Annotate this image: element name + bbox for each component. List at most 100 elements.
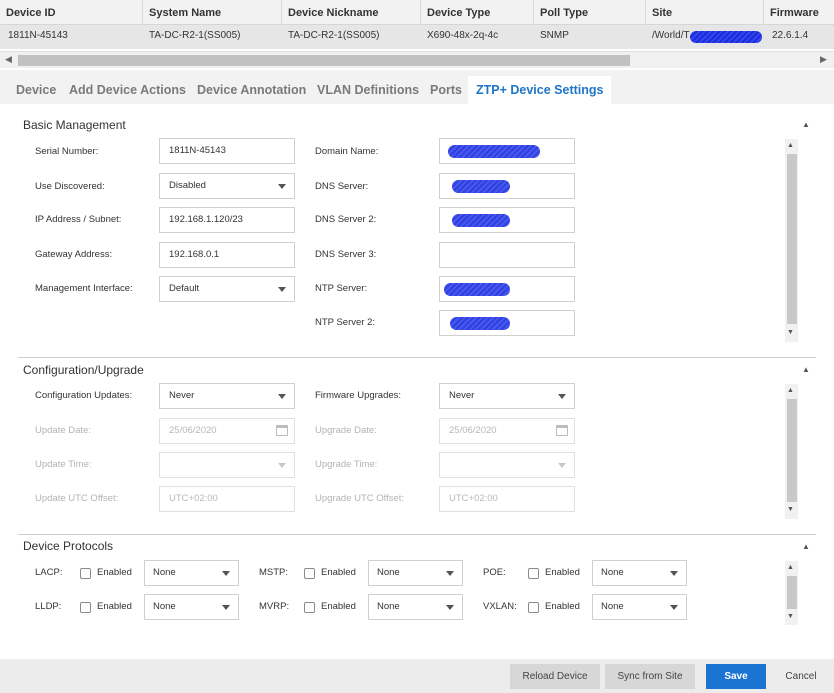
redacted-scribble	[452, 180, 510, 193]
protocols-vertical-scrollbar[interactable]: ▲ ▼	[785, 561, 798, 625]
basic-vertical-scrollbar[interactable]: ▲ ▼	[785, 139, 798, 342]
mstp-value: None	[377, 567, 400, 578]
cell-device-nickname: TA-DC-R2-1(SS005)	[288, 30, 380, 41]
collapse-icon[interactable]: ▲	[802, 542, 810, 551]
tab-ports[interactable]: Ports	[430, 76, 462, 104]
tab-vlan-definitions[interactable]: VLAN Definitions	[317, 76, 419, 104]
chevron-down-icon	[278, 394, 286, 399]
scrollbar-thumb[interactable]	[787, 576, 797, 609]
scroll-down-icon[interactable]: ▼	[787, 329, 794, 336]
dns-server-2-label: DNS Server 2:	[315, 214, 377, 225]
cell-system-name: TA-DC-R2-1(SS005)	[149, 30, 241, 41]
use-discovered-select[interactable]: Disabled	[159, 173, 295, 199]
cancel-button[interactable]: Cancel	[771, 664, 831, 689]
scrollbar-thumb[interactable]	[787, 399, 797, 502]
dns-server-3-field[interactable]	[439, 242, 575, 268]
dns-server-3-label: DNS Server 3:	[315, 249, 377, 260]
lacp-value: None	[153, 567, 176, 578]
upgrade-time-label: Upgrade Time:	[315, 459, 378, 470]
poe-value: None	[601, 567, 624, 578]
lacp-select[interactable]: None	[144, 560, 239, 586]
ip-address-field[interactable]: 192.168.1.120/23	[159, 207, 295, 233]
update-date-label: Update Date:	[35, 425, 91, 436]
use-discovered-label: Use Discovered:	[35, 181, 105, 192]
horizontal-scrollbar[interactable]: ◀ ▶	[0, 51, 834, 68]
tab-device-annotation[interactable]: Device Annotation	[197, 76, 306, 104]
lldp-label: LLDP:	[35, 601, 62, 612]
tab-ztp-device-settings[interactable]: ZTP+ Device Settings	[468, 76, 612, 104]
poe-label: POE:	[483, 567, 506, 578]
scroll-up-icon[interactable]: ▲	[787, 564, 794, 571]
mstp-enabled-label: Enabled	[321, 567, 356, 578]
update-time-select	[159, 452, 295, 478]
update-date-value: 25/06/2020	[169, 425, 217, 436]
lldp-value: None	[153, 601, 176, 612]
reload-device-button[interactable]: Reload Device	[510, 664, 600, 689]
poe-select[interactable]: None	[592, 560, 687, 586]
lldp-enabled-checkbox[interactable]	[80, 602, 91, 613]
column-header-device-nickname[interactable]: Device Nickname	[282, 0, 421, 25]
column-header-system-name[interactable]: System Name	[143, 0, 282, 25]
serial-number-field[interactable]: 1811N-45143	[159, 138, 295, 164]
scroll-up-icon[interactable]: ▲	[787, 142, 794, 149]
scrollbar-thumb[interactable]	[787, 154, 797, 324]
scroll-down-icon[interactable]: ▼	[787, 613, 794, 620]
mvrp-enabled-checkbox[interactable]	[304, 602, 315, 613]
collapse-icon[interactable]: ▲	[802, 365, 810, 374]
calendar-icon	[276, 425, 288, 436]
collapse-icon[interactable]: ▲	[802, 120, 810, 129]
vxlan-select[interactable]: None	[592, 594, 687, 620]
sync-from-site-button[interactable]: Sync from Site	[605, 664, 695, 689]
mvrp-value: None	[377, 601, 400, 612]
scroll-down-icon[interactable]: ▼	[787, 506, 794, 513]
save-button[interactable]: Save	[706, 664, 766, 689]
vxlan-enabled-checkbox[interactable]	[528, 602, 539, 613]
management-interface-label: Management Interface:	[35, 283, 133, 294]
redacted-scribble	[452, 214, 510, 227]
domain-name-field[interactable]	[439, 138, 575, 164]
tab-add-device-actions[interactable]: Add Device Actions	[69, 76, 186, 104]
table-row[interactable]: 1811N-45143 TA-DC-R2-1(SS005) TA-DC-R2-1…	[0, 25, 834, 49]
tab-bar: Device Add Device Actions Device Annotat…	[0, 70, 834, 104]
mvrp-select[interactable]: None	[368, 594, 463, 620]
dns-server-field[interactable]	[439, 173, 575, 199]
ntp-server-2-label: NTP Server 2:	[315, 317, 376, 328]
gateway-address-field[interactable]: 192.168.0.1	[159, 242, 295, 268]
tab-device[interactable]: Device	[16, 76, 56, 104]
mstp-enabled-checkbox[interactable]	[304, 568, 315, 579]
lacp-enabled-checkbox[interactable]	[80, 568, 91, 579]
column-header-device-id[interactable]: Device ID	[0, 0, 143, 25]
scrollbar-thumb[interactable]	[18, 55, 630, 66]
chevron-down-icon	[558, 394, 566, 399]
configuration-updates-select[interactable]: Never	[159, 383, 295, 409]
chevron-down-icon	[670, 571, 678, 576]
firmware-upgrades-select[interactable]: Never	[439, 383, 575, 409]
column-header-poll-type[interactable]: Poll Type	[534, 0, 646, 25]
dns-server-2-field[interactable]	[439, 207, 575, 233]
cell-device-type: X690-48x-2q-4c	[427, 30, 499, 41]
update-utc-offset-label: Update UTC Offset:	[35, 493, 119, 504]
scroll-up-icon[interactable]: ▲	[787, 387, 794, 394]
scroll-left-icon[interactable]: ◀	[5, 54, 12, 65]
config-vertical-scrollbar[interactable]: ▲ ▼	[785, 384, 798, 519]
section-title-configuration-upgrade: Configuration/Upgrade	[23, 363, 144, 377]
column-header-firmware[interactable]: Firmware	[764, 0, 834, 25]
mstp-select[interactable]: None	[368, 560, 463, 586]
ip-address-label: IP Address / Subnet:	[35, 214, 122, 225]
column-header-site[interactable]: Site	[646, 0, 764, 25]
poe-enabled-checkbox[interactable]	[528, 568, 539, 579]
ntp-server-field[interactable]	[439, 276, 575, 302]
management-interface-value: Default	[169, 283, 200, 294]
management-interface-select[interactable]: Default	[159, 276, 295, 302]
lldp-select[interactable]: None	[144, 594, 239, 620]
column-header-device-type[interactable]: Device Type	[421, 0, 534, 25]
scroll-right-icon[interactable]: ▶	[820, 54, 827, 65]
device-editor: Device ID System Name Device Nickname De…	[0, 0, 834, 693]
upgrade-utc-offset-label: Upgrade UTC Offset:	[315, 493, 405, 504]
poe-enabled-label: Enabled	[545, 567, 580, 578]
cell-site: /World/T	[652, 30, 690, 41]
gateway-address-label: Gateway Address:	[35, 249, 113, 260]
ntp-server-2-field[interactable]	[439, 310, 575, 336]
chevron-down-icon	[278, 287, 286, 292]
lacp-enabled-label: Enabled	[97, 567, 132, 578]
